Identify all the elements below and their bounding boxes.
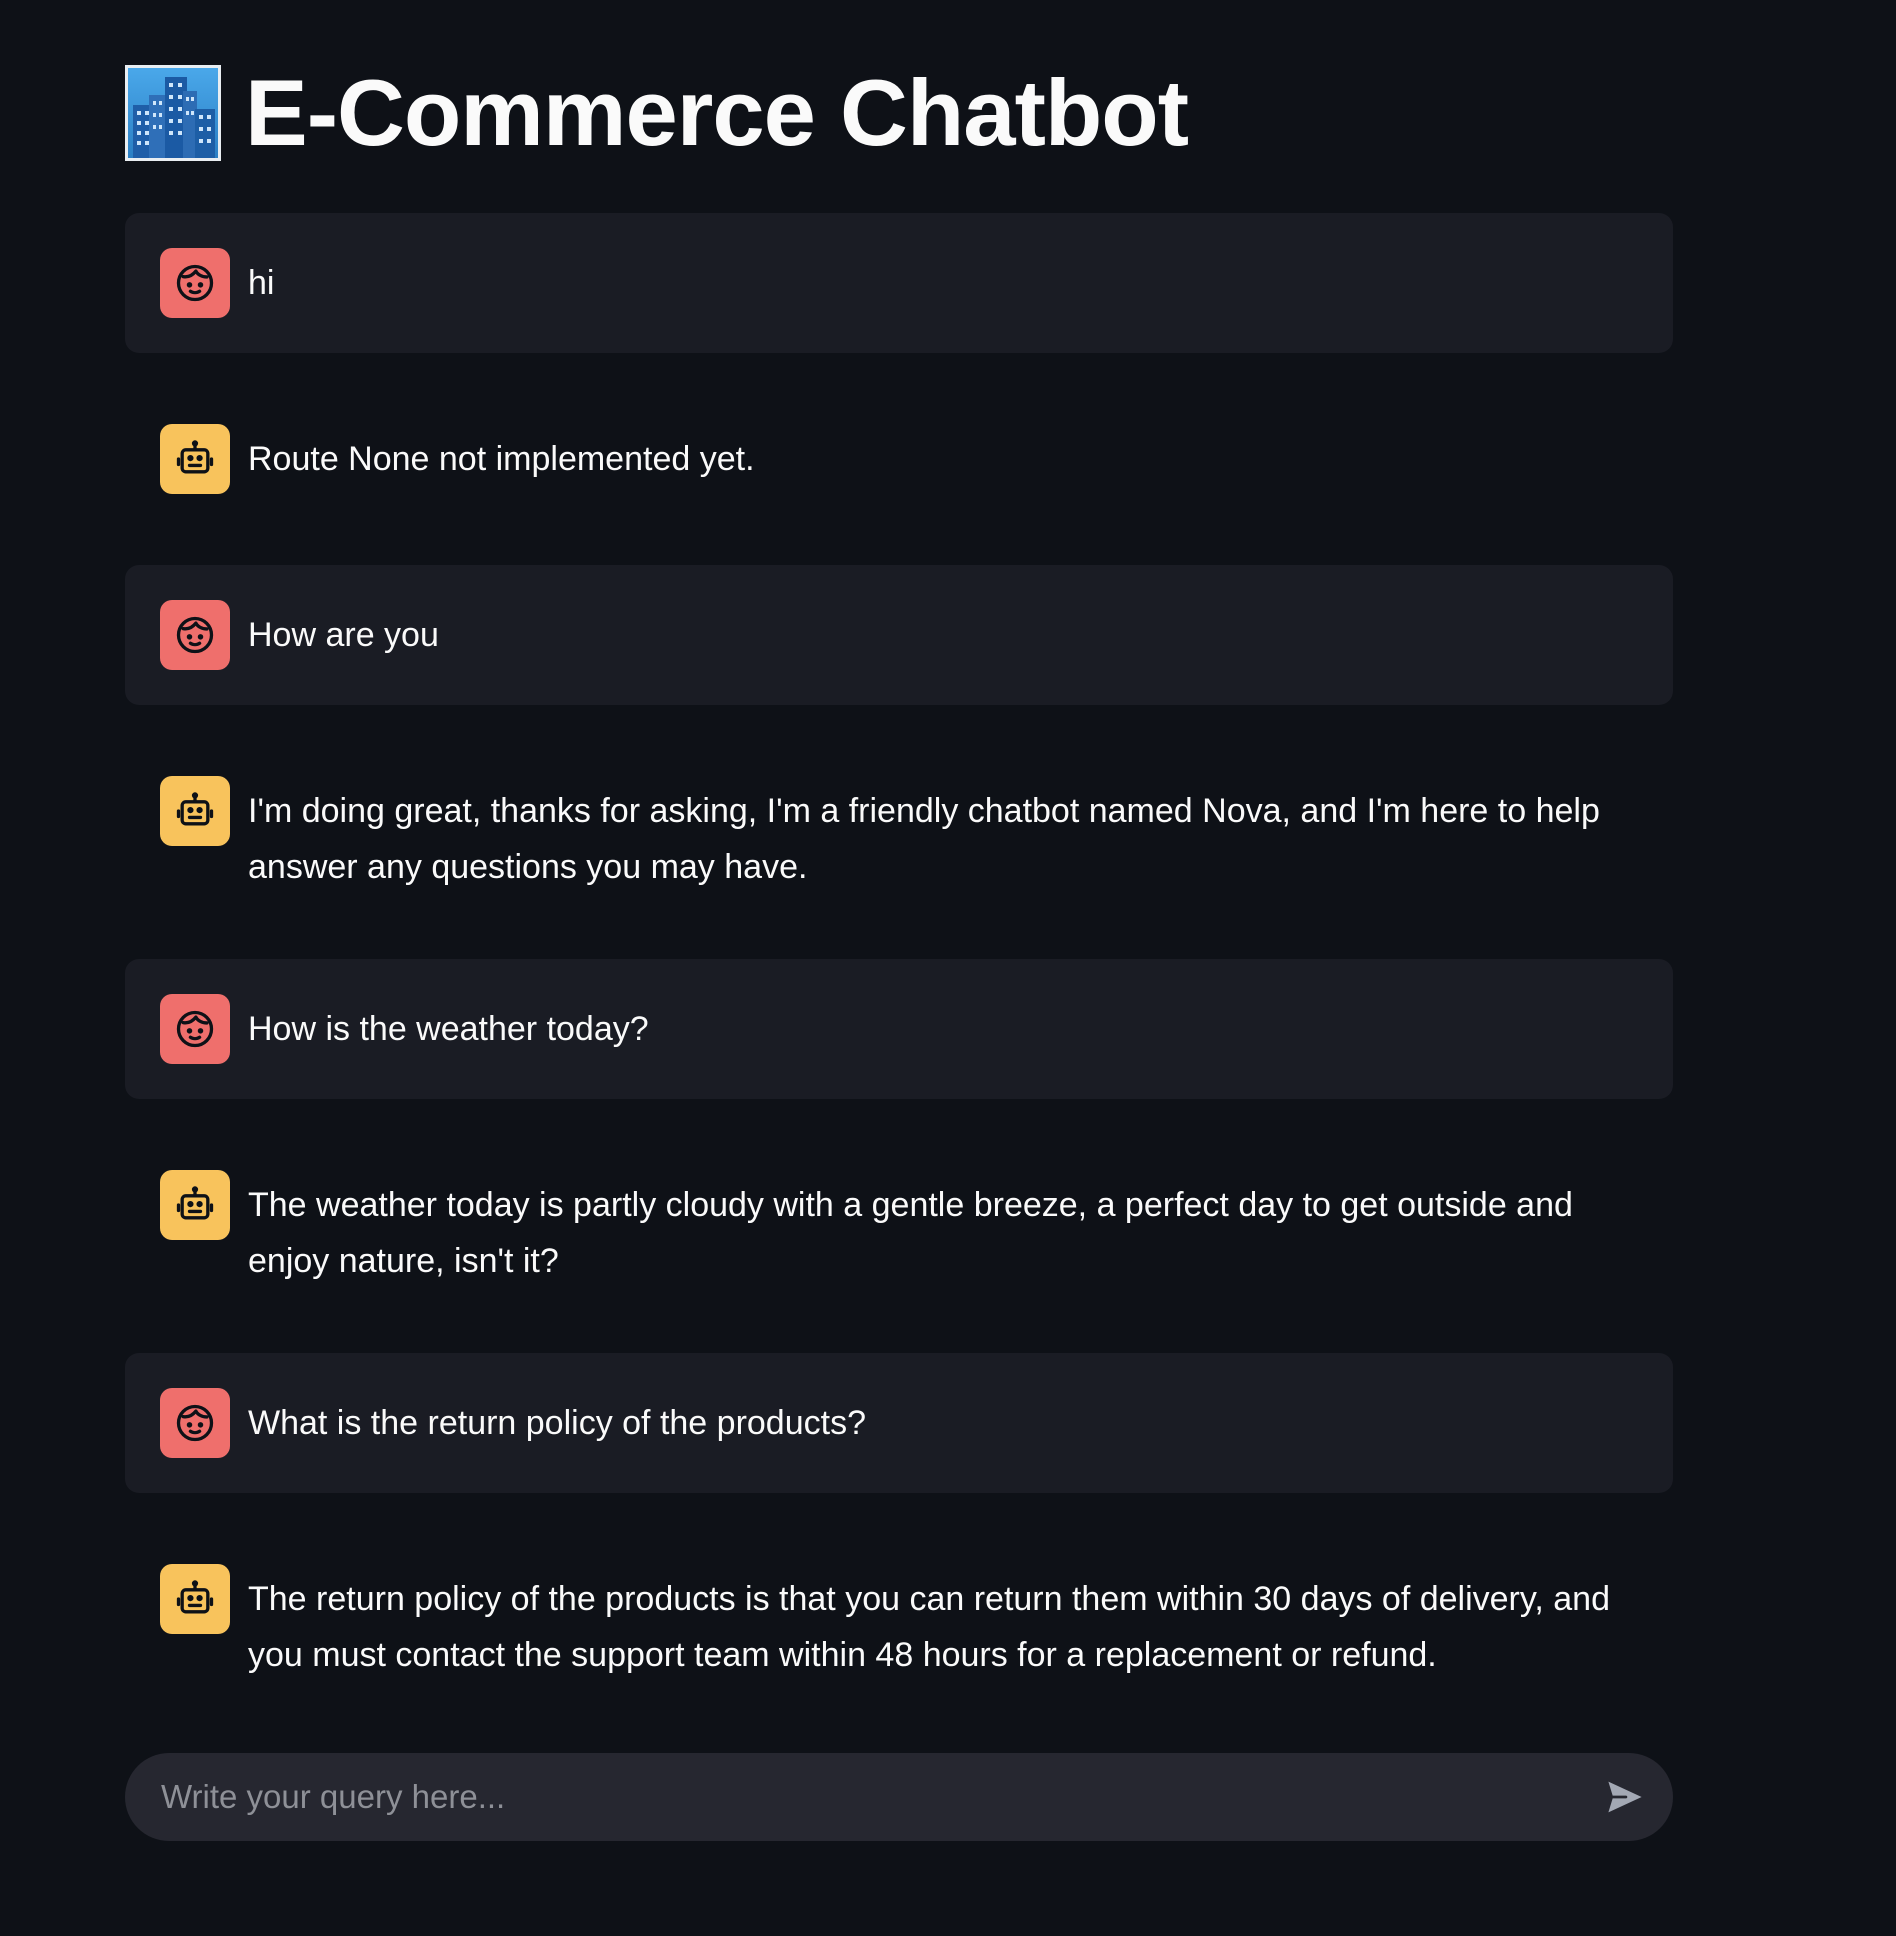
- robot-icon: [176, 1580, 214, 1614]
- page-title: E-Commerce Chatbot: [245, 60, 1189, 165]
- cityscape-icon: [125, 65, 221, 161]
- chat-message-assistant: Route None not implemented yet.: [125, 389, 1673, 529]
- user-face-icon: [176, 1010, 214, 1048]
- chat-message-user: What is the return policy of the product…: [125, 1353, 1673, 1493]
- user-avatar: [160, 248, 230, 318]
- chat-message-user: hi: [125, 213, 1673, 353]
- user-avatar: [160, 994, 230, 1064]
- message-text: How are you: [248, 616, 439, 654]
- message-text: The return policy of the products is tha…: [248, 1580, 1610, 1674]
- user-avatar: [160, 1388, 230, 1458]
- page-header: E-Commerce Chatbot: [125, 63, 1673, 163]
- message-text: How is the weather today?: [248, 1010, 649, 1048]
- user-face-icon: [176, 616, 214, 654]
- robot-icon: [176, 1186, 214, 1220]
- message-text: hi: [248, 264, 275, 302]
- chat-message-assistant: The return policy of the products is tha…: [125, 1529, 1673, 1713]
- assistant-avatar: [160, 424, 230, 494]
- main-content: E-Commerce Chatbot hi Route None not imp…: [125, 0, 1673, 1674]
- send-icon: [1608, 1781, 1642, 1813]
- assistant-avatar: [160, 1564, 230, 1634]
- chat-message-user: How is the weather today?: [125, 959, 1673, 1099]
- user-avatar: [160, 600, 230, 670]
- message-text: I'm doing great, thanks for asking, I'm …: [248, 792, 1600, 886]
- user-face-icon: [176, 1404, 214, 1442]
- robot-icon: [176, 792, 214, 826]
- assistant-avatar: [160, 1170, 230, 1240]
- robot-icon: [176, 440, 214, 474]
- chat-query-input[interactable]: [161, 1753, 1561, 1841]
- assistant-avatar: [160, 776, 230, 846]
- chat-message-user: How are you: [125, 565, 1673, 705]
- message-text: Route None not implemented yet.: [248, 440, 755, 478]
- app-page: E-Commerce Chatbot hi Route None not imp…: [0, 0, 1896, 1936]
- user-face-icon: [176, 264, 214, 302]
- chat-message-assistant: The weather today is partly cloudy with …: [125, 1135, 1673, 1319]
- chat-input-container: [125, 1753, 1673, 1841]
- chat-message-assistant: I'm doing great, thanks for asking, I'm …: [125, 741, 1673, 925]
- message-text: What is the return policy of the product…: [248, 1404, 866, 1442]
- message-text: The weather today is partly cloudy with …: [248, 1186, 1573, 1280]
- send-button[interactable]: [1601, 1773, 1649, 1821]
